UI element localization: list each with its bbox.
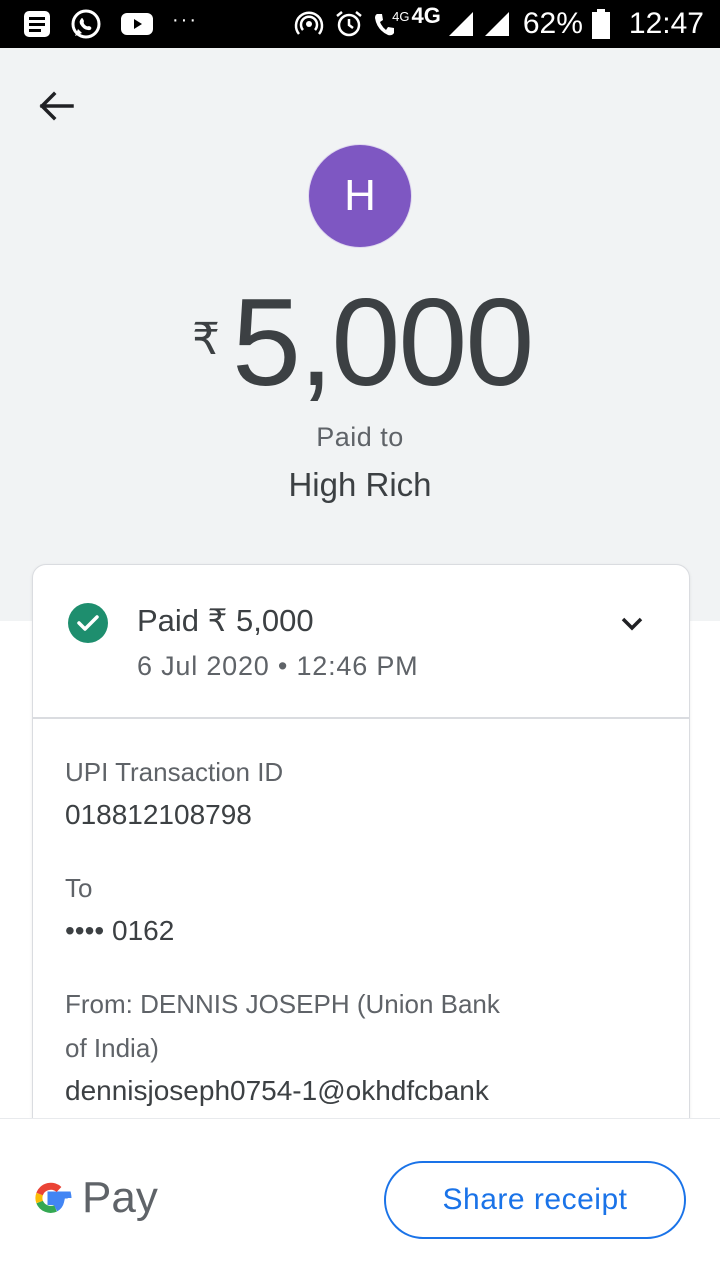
chevron-down-icon[interactable]: [617, 609, 647, 639]
youtube-icon: [121, 13, 153, 35]
pay-text: Pay: [82, 1173, 158, 1222]
system-icons: 4G 4G 62% 12:47: [294, 0, 704, 48]
network-type-small: 4G: [392, 8, 410, 24]
signal-icon: [484, 12, 509, 36]
battery-icon: [591, 9, 610, 39]
share-receipt-button[interactable]: Share receipt: [384, 1161, 686, 1239]
from-label-line1: From: DENNIS JOSEPH (Union Bank: [65, 989, 500, 1019]
to-account-value: •••• 0162: [65, 915, 175, 946]
upi-transaction-id-label: UPI Transaction ID: [65, 757, 284, 787]
battery-percent: 62%: [522, 7, 583, 40]
payment-status: Paid ₹ 5,000: [137, 603, 314, 638]
whatsapp-icon: [71, 9, 101, 39]
alarm-icon: [336, 11, 362, 37]
from-label-line2: of India): [65, 1033, 159, 1063]
news-icon: [24, 11, 50, 37]
bottom-bar: Pay Share receipt: [0, 1118, 720, 1281]
to-label: To: [65, 873, 93, 903]
more-notifications-indicator: ···: [172, 8, 198, 31]
signal-icon: [448, 12, 473, 36]
amount-display: ₹ 5,000: [0, 274, 720, 412]
payee-name: High Rich: [288, 466, 432, 503]
payment-datetime: 6 Jul 2020 • 12:46 PM: [137, 651, 419, 681]
status-bar: ··· 4G 4G 62% 12:47: [0, 0, 720, 48]
divider: [33, 717, 689, 719]
gpay-logo: Pay: [30, 1173, 158, 1223]
transaction-details-card: Paid ₹ 5,000 6 Jul 2020 • 12:46 PM UPI T…: [32, 564, 690, 1166]
currency-symbol: ₹: [192, 315, 220, 364]
notification-icons: ···: [22, 8, 216, 40]
from-upi-id: dennisjoseph0754-1@okhdfcbank: [65, 1075, 489, 1106]
hotspot-icon: [294, 11, 324, 35]
upi-transaction-id-value: 018812108798: [65, 799, 252, 830]
google-g-icon: [35, 1182, 72, 1213]
avatar: H: [309, 145, 411, 247]
network-type: 4G: [411, 3, 441, 28]
paid-to-label: Paid to: [316, 422, 404, 452]
check-circle-icon: [68, 603, 108, 643]
clock: 12:47: [628, 7, 704, 40]
amount-value: 5,000: [232, 274, 534, 412]
back-arrow-icon[interactable]: [34, 84, 78, 128]
